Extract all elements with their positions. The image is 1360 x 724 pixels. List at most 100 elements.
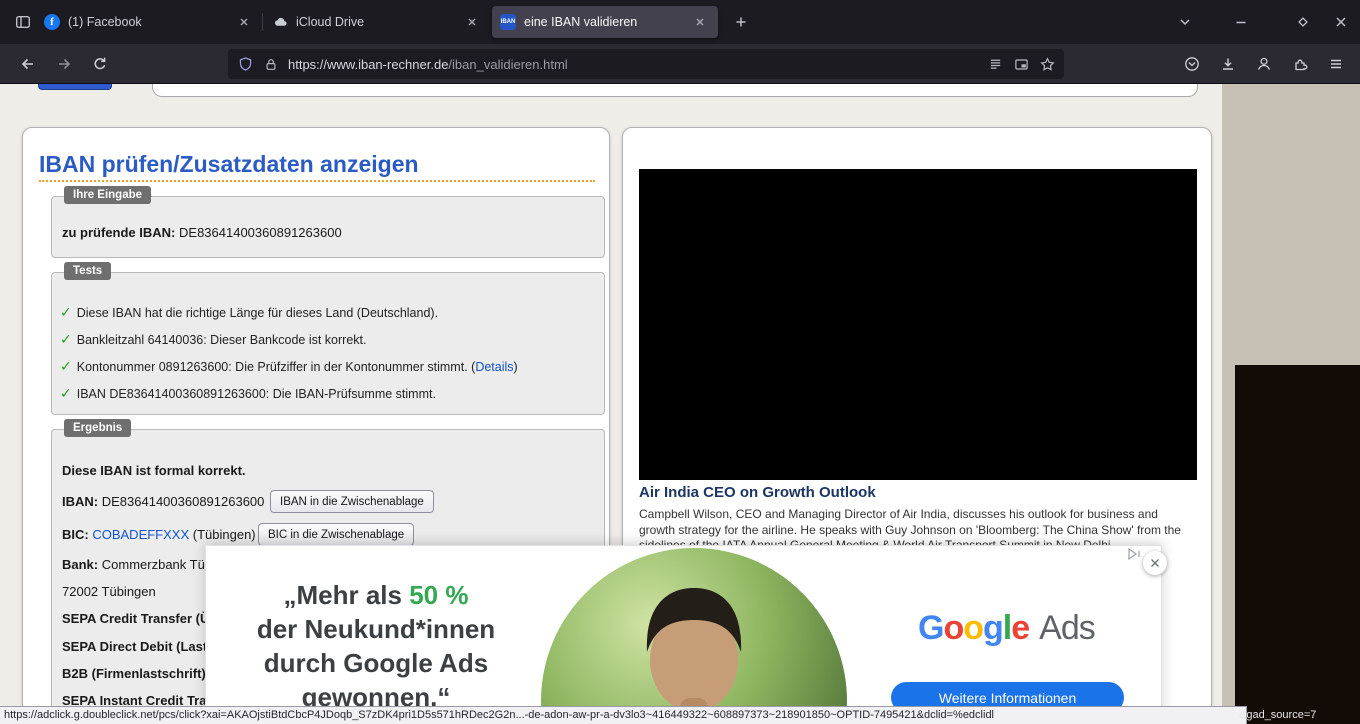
- back-arrow-icon: [20, 56, 36, 72]
- fieldset-legend-input: Ihre Eingabe: [64, 186, 151, 204]
- list-all-tabs-button[interactable]: [1170, 7, 1200, 37]
- google-ads-logo-letters: Google: [918, 609, 1029, 647]
- side-ad-placeholder[interactable]: [1235, 365, 1360, 724]
- download-icon: [1220, 56, 1236, 72]
- bank-city: 72002 Tübingen: [62, 584, 156, 599]
- forward-button[interactable]: [48, 48, 80, 80]
- result-row-label: B2B (Firmenlastschrift): [62, 666, 206, 681]
- tab-close-icon[interactable]: [690, 12, 710, 32]
- window-maximize-button[interactable]: [1288, 7, 1318, 37]
- iban-input-label: zu prüfende IBAN:: [62, 225, 175, 240]
- tab-facebook[interactable]: f (1) Facebook: [36, 6, 262, 38]
- facebook-icon: f: [44, 14, 60, 30]
- pocket-button[interactable]: [1176, 48, 1208, 80]
- ad-person-photo: [541, 548, 847, 724]
- check-icon: ✓: [60, 331, 72, 348]
- window-minimize-button[interactable]: [1226, 7, 1256, 37]
- details-link[interactable]: Details: [475, 360, 513, 374]
- maximize-icon: [1296, 15, 1310, 29]
- copy-bic-button[interactable]: BIC in die Zwischenablage: [258, 523, 414, 546]
- result-status: Diese IBAN ist formal korrekt.: [62, 463, 246, 478]
- tab-separator: [262, 13, 263, 31]
- google-ads-logo-ads: Ads: [1039, 609, 1095, 647]
- ad-quote: „Mehr als 50 % der Neukund*innen durch G…: [231, 578, 521, 714]
- google-ads-logo: Google Ads: [918, 609, 1095, 648]
- test-result: Bankleitzahl 64140036: Dieser Bankcode i…: [77, 333, 367, 347]
- account-icon: [1256, 56, 1272, 72]
- downloads-button[interactable]: [1212, 48, 1244, 80]
- bic-label: BIC:: [62, 527, 89, 542]
- tab-iban-validator[interactable]: IBAN eine IBAN validieren: [492, 6, 718, 38]
- fieldset-legend-result: Ergebnis: [64, 419, 131, 437]
- iban-result-value: DE83641400360891263600: [102, 494, 265, 509]
- iban-input-value: DE83641400360891263600: [179, 225, 342, 240]
- page-title: IBAN prüfen/Zusatzdaten anzeigen: [39, 151, 595, 182]
- tracking-shield-icon[interactable]: [232, 51, 258, 77]
- bic-link[interactable]: COBADEFFXXX: [92, 527, 189, 542]
- url-path: /iban_validieren.html: [448, 57, 567, 72]
- video-title[interactable]: Air India CEO on Growth Outlook: [639, 484, 1195, 501]
- ad-close-button[interactable]: [1143, 551, 1167, 575]
- url-host: https://www.iban-rechner.de: [288, 57, 448, 72]
- plus-icon: [734, 15, 748, 29]
- puzzle-icon: [1292, 56, 1308, 72]
- iban-form-bottom-partial: [152, 84, 1198, 97]
- close-icon: [1334, 15, 1348, 29]
- result-row-label: SEPA Direct Debit (Last: [62, 639, 207, 654]
- tab-close-icon[interactable]: [234, 12, 254, 32]
- account-button[interactable]: [1248, 48, 1280, 80]
- firefox-view-icon: [15, 14, 31, 30]
- url-bar[interactable]: https://www.iban-rechner.de/iban_validie…: [228, 49, 1064, 79]
- iban-site-icon: IBAN: [500, 14, 516, 30]
- reload-icon: [92, 56, 108, 72]
- fieldset-legend-tests: Tests: [64, 262, 111, 280]
- bookmark-star-icon[interactable]: [1034, 51, 1060, 77]
- chevron-down-icon: [1178, 15, 1192, 29]
- hamburger-menu-icon: [1328, 56, 1344, 72]
- reload-button[interactable]: [84, 48, 116, 80]
- tab-icloud[interactable]: iCloud Drive: [264, 6, 490, 38]
- lock-icon[interactable]: [258, 51, 284, 77]
- firefox-view-button[interactable]: [8, 7, 38, 37]
- pocket-icon: [1184, 56, 1200, 72]
- google-ads-banner[interactable]: „Mehr als 50 % der Neukund*innen durch G…: [205, 545, 1162, 724]
- cloud-icon: [272, 14, 288, 30]
- result-row-label: SEPA Credit Transfer (Ü: [62, 611, 209, 626]
- status-link-url: https://adclick.g.doubleclick.net/pcs/cl…: [4, 709, 994, 721]
- test-result-suffix: ): [514, 360, 518, 374]
- forward-arrow-icon: [56, 56, 72, 72]
- video-player[interactable]: [639, 169, 1197, 480]
- submit-button-partial[interactable]: [38, 84, 112, 90]
- check-icon: ✓: [60, 385, 72, 402]
- check-icon: ✓: [60, 358, 72, 375]
- window-close-button[interactable]: [1326, 7, 1356, 37]
- menu-button[interactable]: [1320, 48, 1352, 80]
- ad-quote-highlight: 50 %: [409, 580, 468, 610]
- adchoices-icon[interactable]: [1127, 547, 1145, 561]
- tab-title: iCloud Drive: [296, 15, 462, 29]
- navigation-toolbar: https://www.iban-rechner.de/iban_validie…: [0, 44, 1360, 84]
- input-fieldset: Ihre Eingabe zu prüfende IBAN: DE8364140…: [51, 196, 605, 258]
- picture-in-picture-icon[interactable]: [1008, 51, 1034, 77]
- tests-fieldset: Tests ✓Diese IBAN hat die richtige Länge…: [51, 272, 605, 415]
- url-text: https://www.iban-rechner.de/iban_validie…: [284, 57, 982, 72]
- copy-iban-button[interactable]: IBAN in die Zwischenablage: [270, 490, 434, 513]
- new-tab-button[interactable]: [726, 7, 756, 37]
- tab-title: eine IBAN validieren: [524, 15, 690, 29]
- test-result: IBAN DE83641400360891263600: Die IBAN-Pr…: [77, 387, 436, 401]
- minimize-icon: [1234, 15, 1248, 29]
- check-icon: ✓: [60, 304, 72, 321]
- test-result: Diese IBAN hat die richtige Länge für di…: [77, 306, 438, 320]
- tab-close-icon[interactable]: [462, 12, 482, 32]
- bank-label: Bank:: [62, 557, 98, 572]
- status-bar: https://adclick.g.doubleclick.net/pcs/cl…: [0, 706, 1247, 724]
- status-bar-overflow: &gad_source=7: [1239, 707, 1316, 724]
- browser-window: f (1) Facebook iCloud Drive IBAN eine IB…: [0, 0, 1360, 724]
- extensions-button[interactable]: [1284, 48, 1316, 80]
- test-result: Kontonummer 0891263600: Die Prüfziffer i…: [77, 360, 476, 374]
- tab-bar: f (1) Facebook iCloud Drive IBAN eine IB…: [0, 0, 1360, 44]
- reader-mode-icon[interactable]: [982, 51, 1008, 77]
- tab-title: (1) Facebook: [68, 15, 234, 29]
- back-button[interactable]: [12, 48, 44, 80]
- bank-value: Commerzbank Tüb: [102, 557, 212, 572]
